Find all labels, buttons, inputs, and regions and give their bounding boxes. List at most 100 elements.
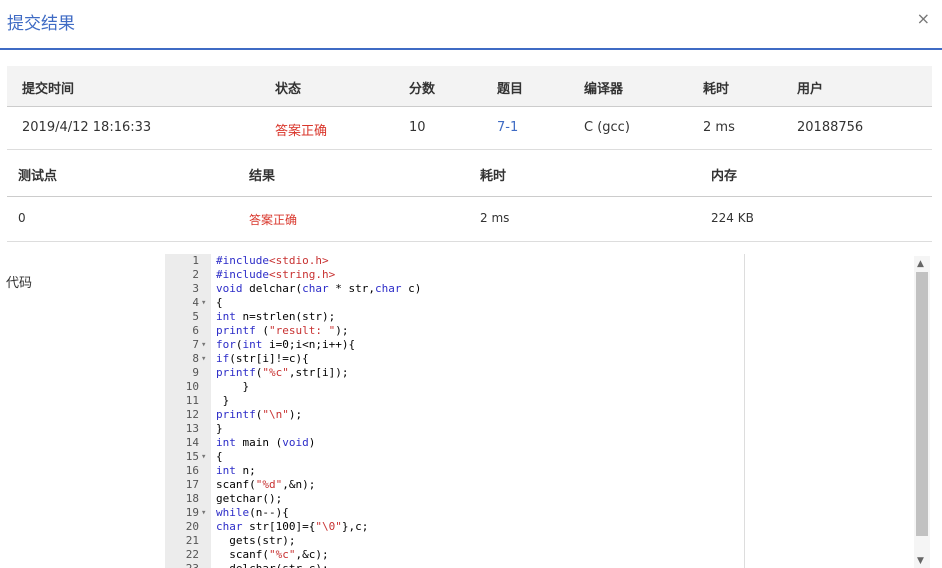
header-score: 分数 (409, 82, 436, 97)
run-time: 2 ms (703, 120, 735, 135)
close-icon[interactable]: × (917, 9, 930, 28)
line-number: 3 (192, 282, 199, 295)
code-line: 9 printf("%c",str[i]); (165, 366, 910, 380)
code-text: { (216, 296, 223, 309)
code-line: 10 } (165, 380, 910, 394)
code-line: 18 getchar(); (165, 492, 910, 506)
code-line: 22 scanf("%c",&c); (165, 548, 910, 562)
status-badge: 答案正确 (275, 124, 328, 139)
code-line: 19 ▾ while(n--){ (165, 506, 910, 520)
code-lines: 1 #include<stdio.h> 2 #include<string.h> 3 vo… (165, 254, 910, 568)
line-number: 7 (192, 338, 199, 351)
code-line: 8 ▾ if(str[i]!=c){ (165, 352, 910, 366)
elapsed: 2 ms (480, 211, 510, 225)
code-line: 21 gets(str); (165, 534, 910, 548)
line-number: 23 (165, 562, 199, 568)
code-text: char str[100]={"\0"},c; (216, 520, 369, 533)
header-time: 耗时 (703, 82, 730, 97)
line-number: 22 (185, 548, 199, 561)
submission-table: 提交时间 状态 分数 题目 编译器 耗时 用户 2019/4/12 18:16:… (7, 66, 932, 139)
scroll-down-icon[interactable]: ▼ (917, 556, 924, 566)
line-number: 5 (192, 310, 199, 323)
submission-table-header: 提交时间 状态 分数 题目 编译器 耗时 用户 (7, 66, 932, 107)
code-text: printf("\n"); (216, 408, 303, 421)
code-line: 16 int n; (165, 464, 910, 478)
line-number: 12 (185, 408, 199, 421)
compiler: C (gcc) (584, 120, 630, 135)
code-line: 12 printf("\n"); (165, 408, 910, 422)
line-number: 19 (185, 506, 199, 519)
line-number: 4 (192, 296, 199, 309)
submit-time: 2019/4/12 18:16:33 (22, 120, 152, 135)
line-number: 20 (185, 520, 199, 533)
code-text: delchar(str,c); (216, 562, 328, 568)
dialog-header: 提交结果 × (0, 0, 942, 50)
code-editor[interactable]: 1 #include<stdio.h> 2 #include<string.h> 3 vo… (165, 254, 910, 568)
header-testcase: 测试点 (18, 169, 58, 184)
score: 10 (409, 120, 426, 135)
table-row: 0 答案正确 2 ms 224 KB (7, 197, 932, 242)
scrollbar-thumb[interactable] (916, 272, 928, 536)
code-line: 17 scanf("%d",&n); (165, 478, 910, 492)
result-badge: 答案正确 (249, 213, 298, 227)
header-elapsed: 耗时 (480, 169, 507, 184)
code-line: 23 delchar(str,c); (165, 562, 910, 568)
fold-toggle-icon[interactable]: ▾ (201, 450, 209, 464)
code-text: { (216, 450, 223, 463)
code-line: 3 void delchar(char * str,char c) (165, 282, 910, 296)
code-text: gets(str); (216, 534, 296, 547)
line-number: 11 (185, 394, 199, 407)
fold-toggle-icon[interactable]: ▾ (201, 296, 209, 310)
code-text: int main (void) (216, 436, 316, 449)
memory: 224 KB (711, 211, 754, 225)
code-text: } (216, 380, 250, 393)
header-user: 用户 (797, 82, 824, 97)
code-line: 1 #include<stdio.h> (165, 254, 910, 268)
line-number: 10 (185, 380, 199, 393)
code-line: 5 int n=strlen(str); (165, 310, 910, 324)
code-text: void delchar(char * str,char c) (216, 282, 422, 295)
problem-link[interactable]: 7-1 (497, 120, 518, 135)
code-line: 14 int main (void) (165, 436, 910, 450)
code-text: getchar(); (216, 492, 283, 505)
code-line: 6 printf ("result: "); (165, 324, 910, 338)
scroll-up-icon[interactable]: ▲ (917, 259, 924, 269)
code-line: 4 ▾ { (165, 296, 910, 310)
testcase-table-header: 测试点 结果 耗时 内存 (7, 150, 932, 197)
line-number: 14 (185, 436, 199, 449)
fold-toggle-icon[interactable]: ▾ (201, 506, 209, 520)
line-number: 13 (185, 422, 199, 435)
line-number: 2 (192, 268, 199, 281)
line-number: 21 (185, 534, 199, 547)
code-text: int n=strlen(str); (216, 310, 336, 323)
code-text: if(str[i]!=c){ (216, 352, 309, 365)
code-line: 20 char str[100]={"\0"},c; (165, 520, 910, 534)
header-result: 结果 (249, 169, 276, 184)
code-line: 11 } (165, 394, 910, 408)
line-number: 16 (185, 464, 199, 477)
fold-toggle-icon[interactable]: ▾ (201, 352, 209, 366)
testcase-id: 0 (18, 211, 26, 225)
line-number: 18 (185, 492, 199, 505)
code-text: #include<stdio.h> (216, 254, 329, 267)
code-line: 7 ▾ for(int i=0;i<n;i++){ (165, 338, 910, 352)
code-label: 代码 (6, 276, 33, 291)
line-number: 17 (185, 478, 199, 491)
code-text: while(n--){ (216, 506, 289, 519)
code-text: int n; (216, 464, 256, 477)
fold-toggle-icon[interactable]: ▾ (201, 338, 209, 352)
code-line: 15 ▾ { (165, 450, 910, 464)
code-text: } (216, 394, 230, 407)
code-line: 2 #include<string.h> (165, 268, 910, 282)
code-text: scanf("%d",&n); (216, 478, 316, 491)
code-text: #include<string.h> (216, 268, 336, 281)
header-memory: 内存 (711, 169, 738, 184)
header-compiler: 编译器 (584, 82, 624, 97)
line-number: 1 (192, 254, 199, 267)
code-line: 13} (165, 422, 910, 436)
line-number: 6 (192, 324, 199, 337)
editor-scrollbar[interactable]: ▲ ▼ (914, 256, 930, 568)
line-number: 9 (192, 366, 199, 379)
code-text: printf ("result: "); (216, 324, 349, 337)
header-submit-time: 提交时间 (22, 82, 75, 97)
